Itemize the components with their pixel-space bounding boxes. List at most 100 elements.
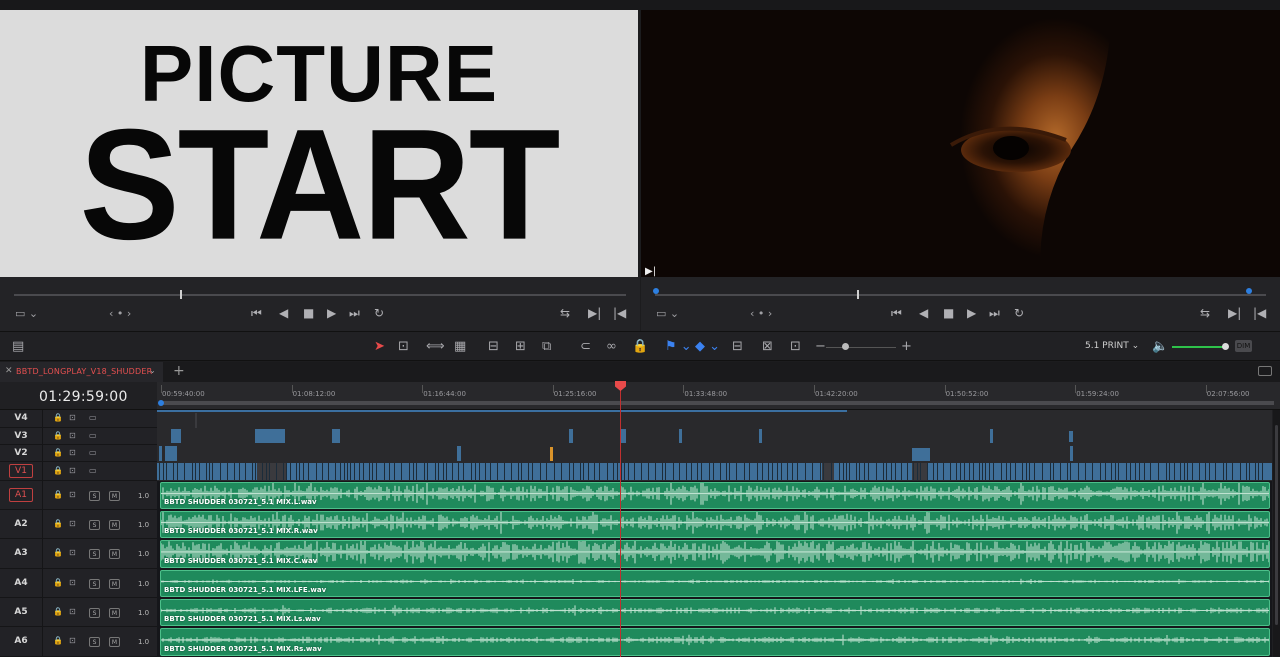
solo-button[interactable]: S bbox=[89, 607, 100, 618]
audio-track-header[interactable]: A2 🔒 ⊡ S M 1.0 bbox=[0, 510, 157, 539]
video-clip-v3[interactable] bbox=[569, 429, 573, 443]
timeline-first-frame-icon[interactable]: ⏮ bbox=[891, 306, 902, 320]
video-clip-v3[interactable] bbox=[332, 429, 340, 443]
audio-track-lane[interactable]: BBTD SHUDDER 030721_5.1 MIX.LFE.wav bbox=[157, 569, 1272, 598]
audio-clip[interactable]: BBTD SHUDDER 030721_5.1 MIX.R.wav bbox=[160, 511, 1270, 538]
audio-track-header[interactable]: A1 🔒 ⊡ S M 1.0 bbox=[0, 481, 157, 510]
lock-icon[interactable]: 🔒 bbox=[53, 413, 63, 422]
zoom-in-icon[interactable]: + bbox=[901, 339, 912, 355]
trim-tool-icon[interactable]: ⊡ bbox=[398, 339, 409, 355]
selection-tool-icon[interactable]: ➤ bbox=[374, 339, 385, 355]
chevron-down-icon[interactable]: ⌄ bbox=[149, 366, 156, 375]
timeline-view-options-icon[interactable]: ▭ ⌄ bbox=[656, 307, 679, 321]
audio-format-dropdown[interactable]: 5.1 PRINT ⌄ bbox=[1085, 341, 1139, 351]
auto-select-icon[interactable]: ⊡ bbox=[69, 431, 76, 440]
audio-track-lane[interactable]: BBTD SHUDDER 030721_5.1 MIX.L.wav bbox=[157, 481, 1272, 510]
ruler-in-marker[interactable] bbox=[158, 400, 164, 406]
source-view-options-icon[interactable]: ▭ ⌄ bbox=[15, 307, 38, 321]
source-last-frame-icon[interactable]: ⏭ bbox=[349, 306, 360, 320]
add-timeline-icon[interactable]: + bbox=[173, 363, 185, 379]
video-clip-v3[interactable] bbox=[759, 429, 762, 443]
video-clip-v2[interactable] bbox=[457, 446, 461, 461]
video-clip-v2[interactable] bbox=[550, 447, 553, 461]
video-clip-v2[interactable] bbox=[912, 448, 930, 461]
timeline-viewer[interactable]: ▶| bbox=[641, 10, 1280, 277]
solo-button[interactable]: S bbox=[89, 637, 100, 647]
timeline-tab[interactable]: ✕ BBTD_LONGPLAY_V18_SHUDDER ⌄ bbox=[0, 362, 163, 382]
auto-select-icon[interactable]: ⊡ bbox=[69, 466, 76, 475]
speaker-icon[interactable]: 🔈 bbox=[1152, 339, 1168, 355]
out-point-marker[interactable] bbox=[1246, 288, 1252, 294]
timeline-scrub-head[interactable] bbox=[857, 290, 859, 299]
mute-button[interactable]: M bbox=[109, 549, 120, 559]
layout-icon[interactable]: ▤ bbox=[12, 339, 24, 355]
auto-select-icon[interactable]: ⊡ bbox=[69, 578, 76, 587]
timeline-stop-icon[interactable]: ■ bbox=[943, 306, 954, 320]
lock-icon[interactable]: 🔒 bbox=[53, 490, 63, 499]
video-clip-v2[interactable] bbox=[1070, 446, 1073, 461]
solo-button[interactable]: S bbox=[89, 578, 100, 589]
video-clip-v3[interactable] bbox=[255, 429, 285, 443]
auto-select-icon[interactable]: ⊡ bbox=[69, 490, 76, 499]
video-track-header[interactable]: V1 🔒 ⊡ ▭ bbox=[0, 462, 157, 481]
position-lock-icon[interactable]: 🔒 bbox=[632, 339, 648, 355]
source-play-icon[interactable]: ▶ bbox=[327, 306, 336, 320]
source-next-icon[interactable]: ▶| bbox=[588, 306, 601, 320]
track-visibility-icon[interactable]: ▭ bbox=[89, 448, 97, 457]
audio-track-header[interactable]: A6 🔒 ⊡ S M 1.0 bbox=[0, 627, 157, 657]
timeline-next-icon[interactable]: ▶| bbox=[1228, 306, 1241, 320]
audio-track-lane[interactable]: BBTD SHUDDER 030721_5.1 MIX.R.wav bbox=[157, 510, 1272, 539]
linked-selection-icon[interactable]: ∞ bbox=[606, 339, 617, 355]
source-scrub-head[interactable] bbox=[180, 290, 182, 299]
insert-clip-icon[interactable]: ⊟ bbox=[488, 339, 499, 355]
timeline-prev-icon[interactable]: |◀ bbox=[1253, 306, 1266, 320]
mute-button[interactable]: M bbox=[109, 519, 120, 530]
track-name-label[interactable]: V1 bbox=[0, 463, 42, 478]
overwrite-clip-icon[interactable]: ⊞ bbox=[515, 339, 526, 355]
timeline-scrubber[interactable] bbox=[655, 294, 1266, 296]
track-visibility-icon[interactable]: ▭ bbox=[89, 466, 97, 475]
snapping-icon[interactable]: ⊂ bbox=[580, 339, 591, 355]
in-point-marker[interactable] bbox=[653, 288, 659, 294]
source-prev-icon[interactable]: |◀ bbox=[613, 306, 626, 320]
auto-select-icon[interactable]: ⊡ bbox=[69, 548, 76, 557]
solo-button[interactable]: S bbox=[89, 490, 100, 501]
audio-track-lane[interactable]: BBTD SHUDDER 030721_5.1 MIX.C.wav bbox=[157, 539, 1272, 569]
auto-select-icon[interactable]: ⊡ bbox=[69, 636, 76, 645]
zoom-out-icon[interactable]: − bbox=[815, 339, 826, 355]
video-track-header[interactable]: V4 🔒 ⊡ ▭ bbox=[0, 410, 157, 428]
source-loop-icon[interactable]: ↻ bbox=[374, 306, 384, 320]
audio-clip[interactable]: BBTD SHUDDER 030721_5.1 MIX.L.wav bbox=[160, 482, 1270, 509]
lock-icon[interactable]: 🔒 bbox=[53, 448, 63, 457]
video-clip-v3[interactable] bbox=[990, 429, 993, 443]
video-clip-v2[interactable] bbox=[159, 446, 162, 461]
lock-icon[interactable]: 🔒 bbox=[53, 548, 63, 557]
video-clip-v4[interactable] bbox=[195, 413, 197, 428]
video-track-header[interactable]: V3 🔒 ⊡ ▭ bbox=[0, 428, 157, 445]
timeline-reverse-icon[interactable]: ◀ bbox=[919, 306, 928, 320]
auto-select-icon[interactable]: ⊡ bbox=[69, 413, 76, 422]
audio-track-lane[interactable]: BBTD SHUDDER 030721_5.1 MIX.Ls.wav bbox=[157, 598, 1272, 627]
audio-clip[interactable]: BBTD SHUDDER 030721_5.1 MIX.LFE.wav bbox=[160, 570, 1270, 597]
zoom-slider-knob[interactable] bbox=[842, 343, 849, 350]
auto-select-icon[interactable]: ⊡ bbox=[69, 519, 76, 528]
auto-select-icon[interactable]: ⊡ bbox=[69, 607, 76, 616]
blade-tool-icon[interactable]: ▦ bbox=[454, 339, 466, 355]
track-name-label[interactable]: A1 bbox=[0, 487, 42, 502]
video-clip-v1[interactable] bbox=[267, 463, 287, 480]
replace-clip-icon[interactable]: ⧉ bbox=[542, 339, 551, 355]
lock-icon[interactable]: 🔒 bbox=[53, 636, 63, 645]
video-clip-v3[interactable] bbox=[171, 429, 181, 443]
lock-icon[interactable]: 🔒 bbox=[53, 431, 63, 440]
mute-button[interactable]: M bbox=[109, 637, 120, 647]
close-icon[interactable]: ✕ bbox=[5, 366, 13, 376]
lock-icon[interactable]: 🔒 bbox=[53, 466, 63, 475]
solo-button[interactable]: S bbox=[89, 519, 100, 530]
zoom-slider[interactable] bbox=[826, 347, 896, 348]
timeline-loop-icon[interactable]: ↻ bbox=[1014, 306, 1024, 320]
timeline-play-icon[interactable]: ▶ bbox=[967, 306, 976, 320]
timeline-last-frame-icon[interactable]: ⏭ bbox=[989, 306, 1000, 320]
source-scrubber[interactable] bbox=[14, 294, 626, 296]
solo-button[interactable]: S bbox=[89, 549, 100, 559]
zoom-custom-icon[interactable]: ⊡ bbox=[790, 339, 801, 355]
